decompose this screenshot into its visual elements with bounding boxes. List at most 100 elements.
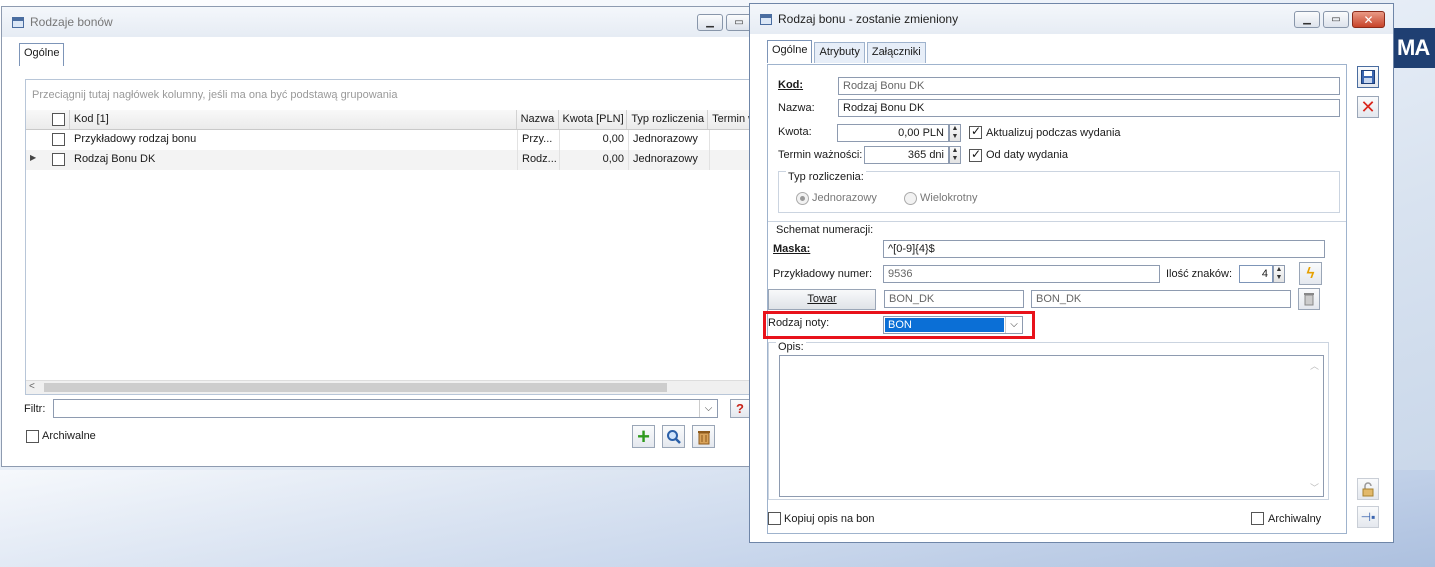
plus-icon: + xyxy=(637,423,650,449)
filter-input[interactable] xyxy=(53,399,718,418)
filter-dropdown-arrow-icon[interactable]: ⌵ xyxy=(699,400,717,417)
select-all-checkbox[interactable] xyxy=(51,113,65,126)
pin-icon: ⊣▪ xyxy=(1360,510,1376,524)
nazwa-field[interactable]: Rodzaj Bonu DK xyxy=(838,99,1340,117)
add-button[interactable]: + xyxy=(632,425,655,448)
schemat-numeracji-group: Schemat numeracji: Maska: ^[0-9]{4}$ Prz… xyxy=(768,221,1346,291)
kopiuj-opis-checkbox[interactable] xyxy=(768,512,781,525)
cell-nazwa: Przy... xyxy=(518,130,560,150)
od-daty-checkbox[interactable] xyxy=(969,147,982,162)
search-button[interactable] xyxy=(662,425,685,448)
towar-name-field[interactable]: BON_DK xyxy=(1031,290,1291,308)
towar-button[interactable]: Towar xyxy=(768,289,876,310)
minimize-button[interactable]: ▁ xyxy=(1294,11,1320,28)
window-app-icon xyxy=(760,13,772,25)
scrollbar-thumb[interactable] xyxy=(44,383,667,392)
termin-spinner[interactable]: ▲ ▼ xyxy=(949,146,961,164)
red-x-icon: ✕ xyxy=(1360,97,1376,117)
minimize-button[interactable]: ▁ xyxy=(697,14,723,31)
table-row[interactable]: ▶ Rodzaj Bonu DK Rodz... 0,00 Jednorazow… xyxy=(26,150,750,170)
archive-checkbox[interactable] xyxy=(26,430,39,443)
kopiuj-opis-label: Kopiuj opis na bon xyxy=(784,513,875,525)
towar-code-field[interactable]: BON_DK xyxy=(884,290,1024,308)
opis-textarea[interactable] xyxy=(779,355,1324,497)
background-logo: MA xyxy=(1393,28,1435,68)
horizontal-scrollbar[interactable]: < xyxy=(26,380,750,394)
radio-wielokrotny[interactable] xyxy=(904,192,917,205)
column-header-nazwa[interactable]: Nazwa xyxy=(517,110,559,129)
rodzaj-noty-value: BON xyxy=(885,318,1004,332)
radio-jednorazowy[interactable] xyxy=(796,192,809,205)
radio-wielokrotny-label: Wielokrotny xyxy=(920,192,978,204)
kod-field[interactable]: Rodzaj Bonu DK xyxy=(838,77,1340,95)
vouchers-list-window: Rodzaje bonów ▁ ▭ Ogólne Przeciągnij tut… xyxy=(1,6,753,467)
delete-button[interactable] xyxy=(692,425,715,448)
archiwalny-checkbox[interactable] xyxy=(1251,512,1264,525)
ilosc-znakow-field[interactable]: 4 xyxy=(1239,265,1273,283)
ilosc-znakow-label: Ilość znaków: xyxy=(1166,268,1233,280)
list-window-title: Rodzaje bonów xyxy=(30,15,113,29)
close-button[interactable]: ✕ xyxy=(1352,11,1385,28)
termin-field[interactable]: 365 dni xyxy=(864,146,949,164)
schemat-label: Schemat numeracji: xyxy=(776,224,874,236)
maska-field[interactable]: ^[0-9]{4}$ xyxy=(883,240,1325,258)
padlock-icon xyxy=(1362,481,1374,496)
trash-icon xyxy=(697,430,710,444)
chevron-down-icon[interactable]: ⌵ xyxy=(1005,317,1022,333)
generate-number-button[interactable]: ϟ xyxy=(1299,262,1322,285)
table-row[interactable]: Przykładowy rodzaj bonu Przy... 0,00 Jed… xyxy=(26,130,750,150)
column-header-kwota[interactable]: Kwota [PLN] xyxy=(559,110,628,129)
list-window-titlebar[interactable]: Rodzaje bonów xyxy=(2,7,752,37)
cancel-button[interactable]: ✕ xyxy=(1357,96,1379,118)
cell-kod: Przykładowy rodzaj bonu xyxy=(70,130,518,150)
detail-window-title: Rodzaj bonu - zostanie zmieniony xyxy=(778,12,959,26)
tab-ogolne-list[interactable]: Ogólne xyxy=(19,43,65,66)
opis-scroll-down-icon[interactable]: ﹀ xyxy=(1310,481,1319,494)
pin-button[interactable]: ⊣▪ xyxy=(1357,506,1379,528)
tab-zalaczniki[interactable]: Załączniki xyxy=(866,42,926,63)
od-daty-label: Od daty wydania xyxy=(986,149,1068,161)
archive-label: Archiwalne xyxy=(42,430,96,442)
kwota-spinner[interactable]: ▲ ▼ xyxy=(949,124,961,142)
trash-icon xyxy=(1304,293,1314,306)
filter-label: Filtr: xyxy=(24,403,46,415)
column-header-typ[interactable]: Typ rozliczenia xyxy=(627,110,709,129)
window-app-icon xyxy=(12,16,24,28)
rodzaj-noty-label: Rodzaj noty: xyxy=(768,317,830,329)
termin-label: Termin ważności: xyxy=(778,149,863,161)
maximize-button[interactable]: ▭ xyxy=(1323,11,1349,28)
kod-label: Kod: xyxy=(778,79,804,91)
cell-nazwa: Rodz... xyxy=(518,150,560,170)
ilosc-znakow-spinner[interactable]: ▲ ▼ xyxy=(1273,265,1285,283)
save-button[interactable] xyxy=(1357,66,1379,88)
column-header-termin[interactable]: Termin w xyxy=(708,110,750,129)
przykladowy-field[interactable]: 9536 xyxy=(883,265,1160,283)
tab-ogolne[interactable]: Ogólne xyxy=(767,40,813,63)
clear-towar-button[interactable] xyxy=(1298,288,1320,310)
row-checkbox[interactable] xyxy=(52,133,65,146)
list-grid-panel: Przeciągnij tutaj nagłówek kolumny, jeśl… xyxy=(25,79,751,395)
general-tab-panel: Kod: Rodzaj Bonu DK Nazwa: Rodzaj Bonu D… xyxy=(763,64,1347,534)
opis-label: Opis: xyxy=(776,341,806,353)
filter-help-button[interactable]: ? xyxy=(730,399,750,418)
cell-typ: Jednorazowy xyxy=(629,150,710,170)
scroll-left-arrow-icon[interactable]: < xyxy=(29,381,35,392)
row-checkbox[interactable] xyxy=(52,153,65,166)
cell-kwota: 0,00 xyxy=(560,130,629,150)
current-row-indicator-icon: ▶ xyxy=(30,153,37,162)
aktualizuj-checkbox[interactable] xyxy=(969,124,982,139)
grid-header: Kod [1] Nazwa Kwota [PLN] Typ rozliczeni… xyxy=(26,110,750,130)
column-header-kod[interactable]: Kod [1] xyxy=(70,110,517,129)
rodzaj-noty-select[interactable]: BON ⌵ xyxy=(883,316,1023,334)
nazwa-label: Nazwa: xyxy=(778,102,815,114)
typ-rozliczenia-label: Typ rozliczenia: xyxy=(786,171,866,183)
opis-scroll-up-icon[interactable]: ︿ xyxy=(1310,359,1319,372)
cell-typ: Jednorazowy xyxy=(629,130,710,150)
cell-kwota: 0,00 xyxy=(560,150,629,170)
tab-atrybuty[interactable]: Atrybuty xyxy=(814,42,865,63)
aktualizuj-label: Aktualizuj podczas wydania xyxy=(986,127,1121,139)
floppy-disk-icon xyxy=(1361,70,1375,84)
unlock-button[interactable] xyxy=(1357,478,1379,500)
magnifier-icon xyxy=(666,429,681,444)
kwota-field[interactable]: 0,00 PLN xyxy=(837,124,949,142)
